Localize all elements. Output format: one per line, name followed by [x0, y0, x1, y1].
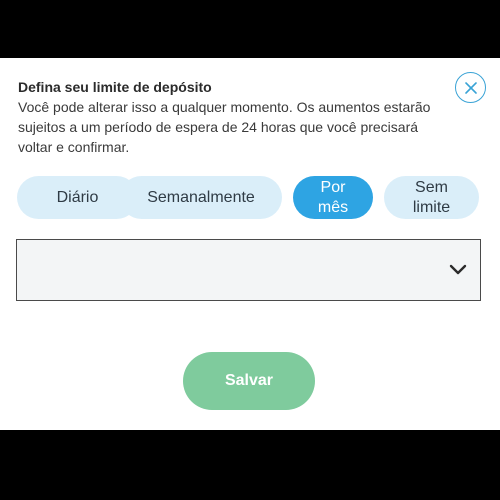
tab-no-limit[interactable]: Sem limite	[384, 176, 479, 219]
tab-monthly-label: Por mês	[317, 178, 349, 216]
close-icon	[464, 81, 477, 94]
limit-amount-select[interactable]	[16, 239, 481, 301]
tab-weekly[interactable]: Semanalmente	[120, 176, 282, 219]
tab-monthly[interactable]: Por mês	[293, 176, 373, 219]
dialog-title: Defina seu limite de depósito	[18, 79, 212, 95]
tab-daily-label: Diário	[56, 188, 99, 206]
tab-no-limit-label: Sem limite	[412, 178, 451, 216]
chevron-down-icon	[449, 264, 467, 275]
tab-weekly-label: Semanalmente	[147, 188, 255, 206]
close-button[interactable]	[455, 72, 486, 103]
dialog-description: Você pode alterar isso a qualquer moment…	[18, 99, 431, 155]
save-button[interactable]: Salvar	[183, 352, 315, 410]
